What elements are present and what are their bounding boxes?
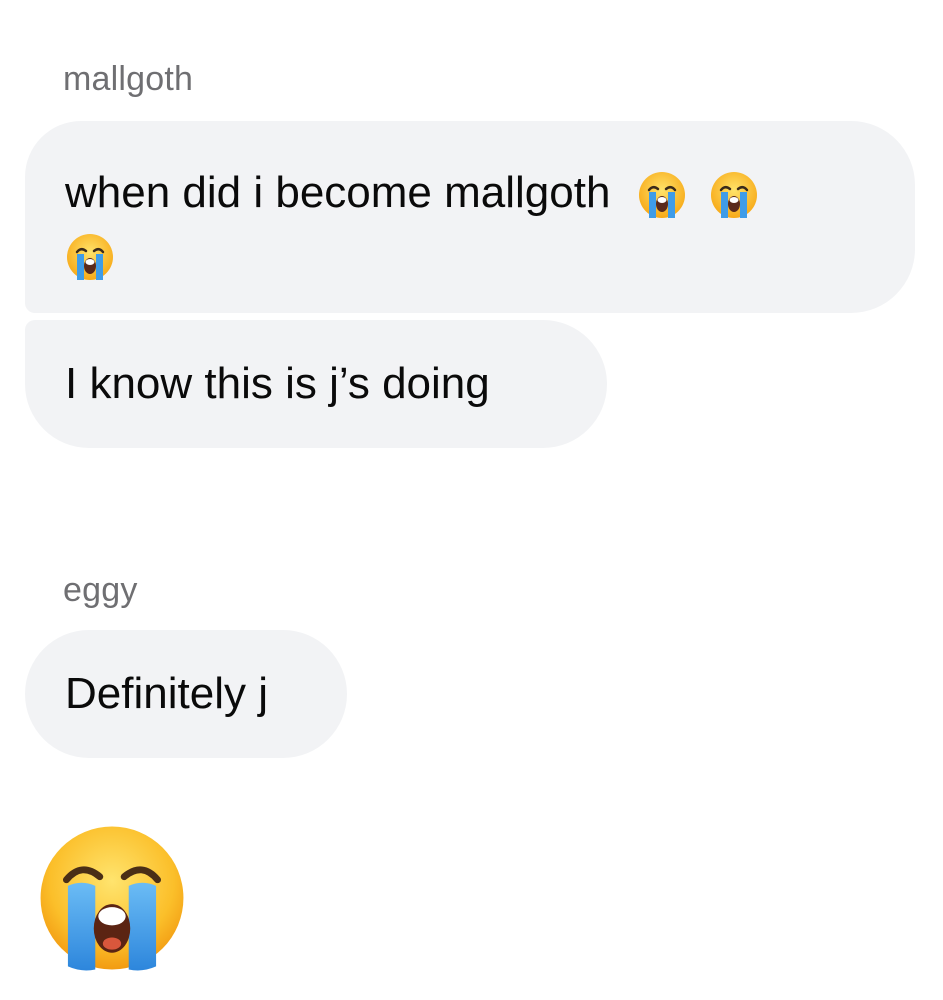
message-text: when did i become mallgoth xyxy=(65,162,759,286)
message-bubble[interactable]: when did i become mallgoth xyxy=(25,121,915,313)
sender-name: mallgoth xyxy=(63,60,194,98)
sender-name: eggy xyxy=(63,571,138,609)
message-bubble[interactable]: Definitely j xyxy=(25,630,347,758)
loudly-crying-face-icon xyxy=(65,232,115,282)
message-bubble[interactable]: I know this is j’s doing xyxy=(25,320,607,448)
message-text: I know this is j’s doing xyxy=(65,359,490,408)
loudly-crying-face-icon[interactable] xyxy=(36,822,188,979)
loudly-crying-face-icon xyxy=(709,170,759,220)
loudly-crying-face-icon xyxy=(637,170,687,220)
message-text-line: when did i become mallgoth xyxy=(65,168,611,217)
message-text: Definitely j xyxy=(65,669,268,718)
